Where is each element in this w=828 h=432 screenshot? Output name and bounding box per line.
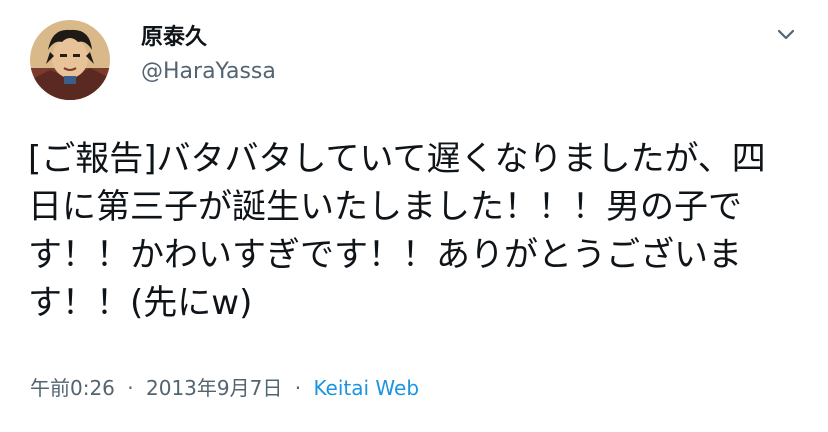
tweet-card: 原泰久 @HaraYassa [ご報告]バタバタしていて遅くなりましたが、四日に… (0, 0, 828, 432)
chevron-down-icon[interactable] (772, 20, 800, 48)
user-handle[interactable]: @HaraYassa (141, 58, 276, 86)
meta-separator: · (127, 376, 134, 400)
avatar[interactable] (30, 20, 110, 100)
avatar-illustration (30, 20, 110, 100)
tweet-text: [ご報告]バタバタしていて遅くなりましたが、四日に第三子が誕生いたしました！！！… (28, 139, 766, 323)
display-name[interactable]: 原泰久 (141, 24, 207, 52)
tweet-date[interactable]: 2013年9月7日 (146, 376, 282, 400)
tweet-source-link[interactable]: Keitai Web (313, 376, 419, 400)
tweet-meta: 午前0:26 · 2013年9月7日 · Keitai Web (30, 375, 419, 401)
meta-separator-2: · (294, 376, 302, 400)
tweet-time[interactable]: 午前0:26 (30, 376, 115, 400)
